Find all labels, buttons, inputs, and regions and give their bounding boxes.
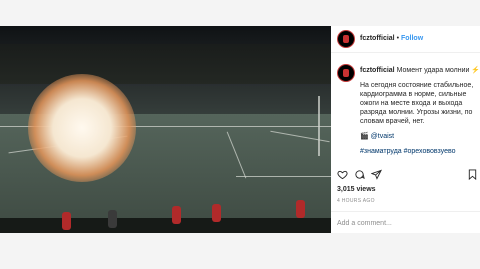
heart-icon[interactable] [337, 169, 348, 180]
share-icon[interactable] [371, 169, 382, 180]
view-count[interactable]: 3,015 views [337, 186, 376, 193]
caption-title: Момент удара молнии [396, 67, 470, 74]
clapper-emoji: 🎬 [360, 133, 369, 140]
field-line [236, 176, 331, 177]
lightning-emoji: ⚡ [471, 67, 480, 74]
post-time: 4 HOURS AGO [337, 198, 375, 204]
hashtags[interactable]: #знаматруда #орехововзуево [360, 147, 476, 156]
post-header: fcztofficial • Follow [331, 26, 480, 53]
credit-link[interactable]: @tvaist [371, 133, 394, 140]
caption: fcztofficial Момент удара молнии ⚡ На се… [360, 66, 480, 162]
goal-post [318, 96, 320, 156]
player [62, 212, 71, 230]
instagram-embed: fcztofficial • Follow fcztofficial Момен… [0, 26, 480, 233]
action-bar [331, 167, 480, 183]
comment-bar: Add a comment... [331, 211, 480, 233]
video-player[interactable] [0, 26, 331, 233]
avatar[interactable] [337, 30, 355, 48]
bookmark-icon[interactable] [467, 169, 478, 180]
caption-text: На сегодня состояние стабильное, кардиог… [360, 82, 474, 125]
comment-icon[interactable] [354, 169, 365, 180]
player [108, 210, 117, 228]
username[interactable]: fcztofficial [360, 35, 395, 42]
player [212, 204, 221, 222]
post-panel: fcztofficial • Follow fcztofficial Момен… [331, 26, 480, 233]
foreground-shadow [0, 218, 331, 233]
lightning-flash [28, 74, 136, 182]
player [172, 206, 181, 224]
follow-button[interactable]: Follow [401, 35, 423, 42]
tree-line [0, 44, 331, 84]
player [296, 200, 305, 218]
comment-input[interactable]: Add a comment... [337, 220, 392, 227]
caption-username[interactable]: fcztofficial [360, 67, 395, 74]
caption-avatar[interactable] [337, 64, 355, 82]
